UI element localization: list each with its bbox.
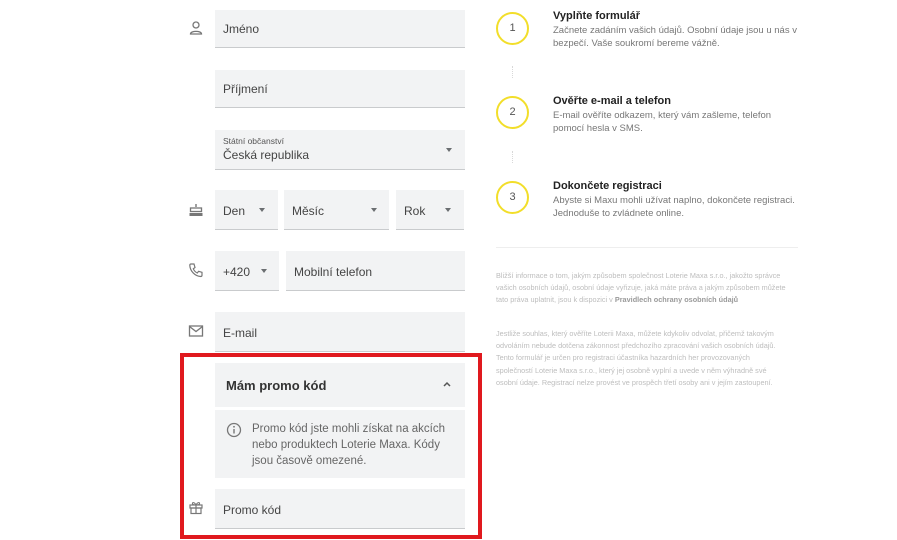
chevron-down-icon (446, 148, 452, 152)
mail-icon (188, 323, 204, 339)
birth-day-select[interactable]: Den (215, 190, 278, 230)
step-connector (512, 151, 513, 163)
phone-icon (188, 262, 204, 278)
chevron-down-icon (259, 208, 265, 212)
step-1-badge: 1 (496, 12, 529, 45)
last-name-field[interactable]: Příjmení (215, 70, 465, 108)
step-2-title: Ověřte e-mail a telefon (553, 95, 671, 107)
birth-month-label: Měsíc (292, 204, 325, 218)
phone-number-field[interactable]: Mobilní telefon (286, 251, 465, 291)
birth-year-label: Rok (404, 204, 426, 218)
step-3-title: Dokončete registraci (553, 180, 662, 192)
last-name-placeholder: Příjmení (223, 82, 268, 96)
email-field[interactable]: E-mail (215, 312, 465, 352)
first-name-field[interactable]: Jméno (215, 10, 465, 48)
step-1-description: Začnete zadáním vašich údajů. Osobní úda… (553, 25, 797, 49)
birth-month-select[interactable]: Měsíc (284, 190, 389, 230)
citizenship-value: Česká republika (223, 148, 310, 162)
promo-highlight-frame (180, 353, 482, 539)
step-1-title: Vyplňte formulář (553, 10, 640, 22)
phone-prefix-value: +420 (223, 265, 251, 279)
birth-day-label: Den (223, 204, 246, 218)
legal-paragraph-2: Jestliže souhlas, který ověříte Loterii … (496, 329, 776, 387)
citizenship-select[interactable]: Státní občanství Česká republika (215, 130, 465, 170)
person-icon (188, 20, 204, 36)
step-connector (512, 66, 513, 78)
phone-number-placeholder: Mobilní telefon (294, 265, 373, 279)
chevron-down-icon (445, 208, 451, 212)
cake-icon (188, 202, 204, 218)
divider (496, 247, 798, 248)
step-3-badge: 3 (496, 181, 529, 214)
phone-prefix-select[interactable]: +420 (215, 251, 279, 291)
email-placeholder: E-mail (223, 326, 258, 340)
step-2-description: E-mail ověříte odkazem, který vám zašlem… (553, 110, 772, 134)
chevron-down-icon (371, 208, 377, 212)
citizenship-label: Státní občanství (223, 136, 284, 146)
privacy-rules-link[interactable]: Pravidlech ochrany osobních údajů (615, 295, 738, 304)
legal-paragraph-1: Bližší informace o tom, jakým způsobem s… (496, 270, 788, 307)
chevron-down-icon (261, 269, 267, 273)
birth-year-select[interactable]: Rok (396, 190, 464, 230)
step-3-description: Abyste si Maxu mohli užívat naplno, doko… (553, 195, 795, 219)
step-2-badge: 2 (496, 96, 529, 129)
first-name-placeholder: Jméno (223, 22, 260, 36)
